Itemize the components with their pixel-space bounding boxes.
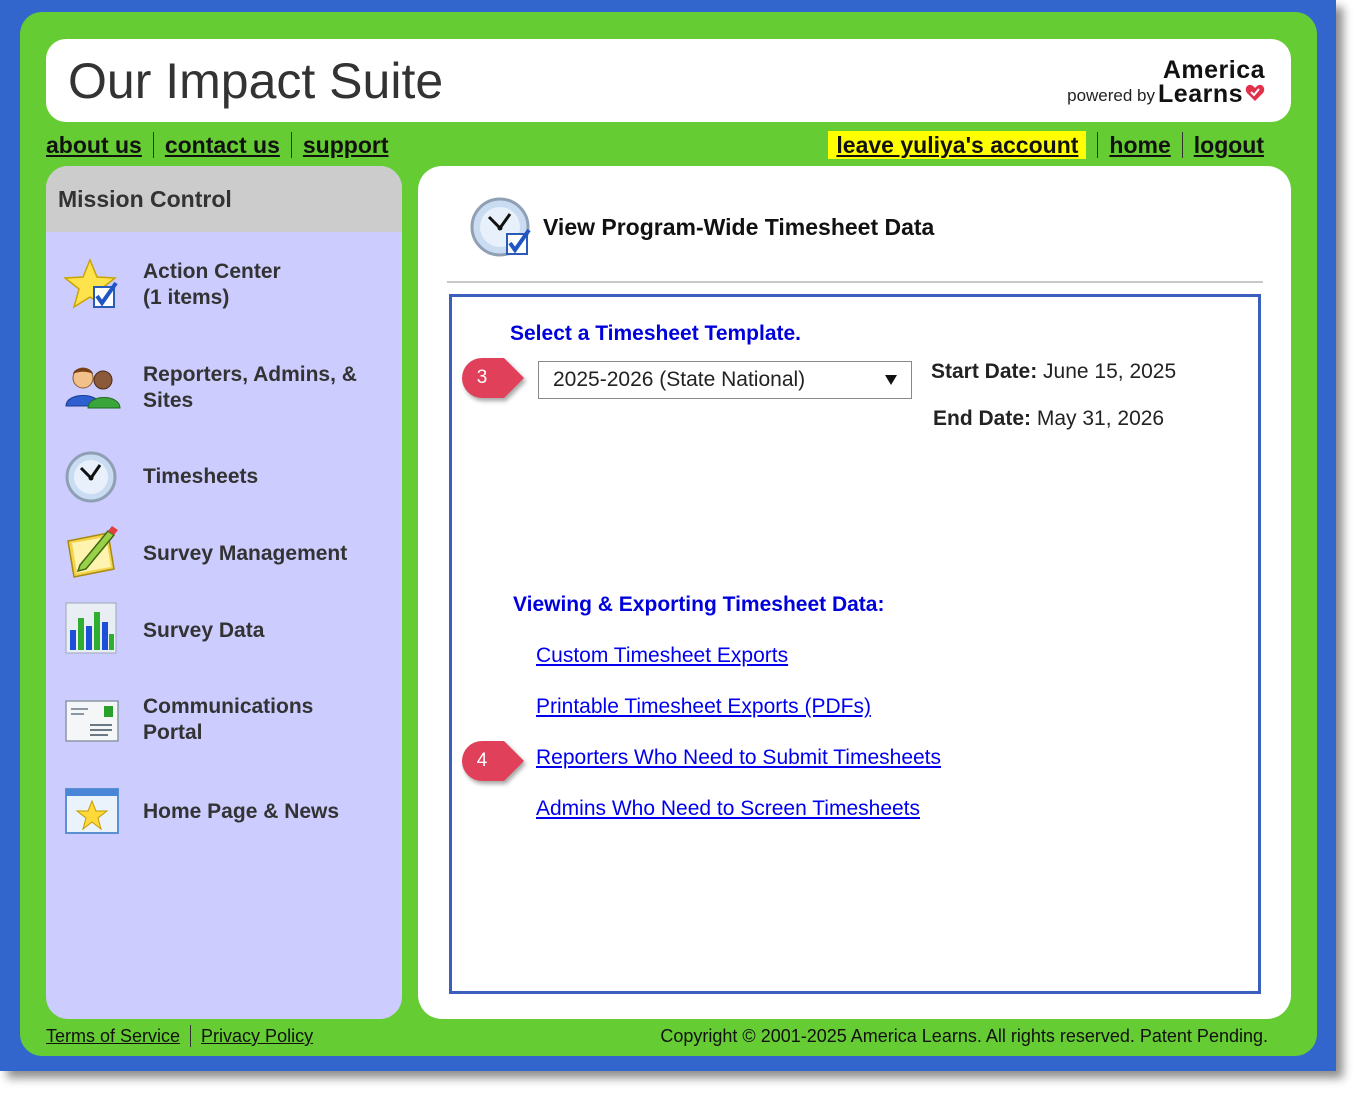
sidebar-item-communications-portal[interactable]: Communications Portal	[46, 691, 402, 761]
users-icon	[65, 367, 121, 409]
sidebar-item-reporters-admins-sites[interactable]: Reporters, Admins, & Sites	[46, 356, 402, 426]
leave-account-link[interactable]: leave yuliya's account	[828, 131, 1087, 159]
nav-divider	[290, 132, 292, 158]
sidebar-item-label-line1: Survey Management	[143, 542, 348, 565]
logo-brand-bottom: Learns	[1158, 80, 1243, 108]
logo-powered-by: powered by	[1067, 86, 1155, 105]
timesheet-template-select[interactable]: 2025-2026 (State National)	[538, 361, 912, 399]
end-date-label: End Date:	[933, 407, 1032, 430]
terms-of-service-link[interactable]: Terms of Service	[46, 1025, 180, 1047]
template-select-value: 2025-2026 (State National)	[553, 368, 806, 391]
sidebar-title: Mission Control	[46, 166, 402, 232]
sidebar-item-label-line1: Reporters, Admins, &	[143, 363, 357, 386]
sidebar-item-action-center[interactable]: Action Center (1 items)	[46, 253, 402, 323]
sidebar-item-survey-data[interactable]: Survey Data	[46, 600, 402, 670]
main-content-panel: View Program-Wide Timesheet Data Select …	[418, 166, 1291, 1019]
start-date-label: Start Date:	[931, 360, 1038, 383]
app-title: Our Impact Suite	[68, 53, 444, 109]
window-star-icon	[65, 788, 119, 834]
header-bar: Our Impact Suite powered by America Lear…	[46, 39, 1291, 122]
bar-chart-icon	[65, 602, 117, 654]
star-check-icon	[64, 258, 118, 309]
envelope-icon	[65, 700, 119, 742]
nav-home-link[interactable]: home	[1109, 131, 1170, 159]
sidebar-item-home-page-news[interactable]: Home Page & News	[46, 781, 402, 851]
step-callout-4: 4	[460, 739, 526, 783]
sidebar-item-timesheets[interactable]: Timesheets	[46, 446, 402, 516]
nav-about-us-link[interactable]: about us	[46, 131, 142, 159]
start-date: Start Date: June 15, 2025	[931, 360, 1176, 384]
top-nav-left: about us contact us support	[46, 131, 388, 159]
callout-number: 3	[476, 367, 488, 388]
custom-timesheet-exports-link[interactable]: Custom Timesheet Exports	[536, 644, 788, 668]
sidebar-item-label-line1: Survey Data	[143, 619, 265, 642]
mission-control-sidebar: Mission Control Action Center (1 items)	[46, 166, 402, 1019]
callout-number: 4	[476, 750, 488, 771]
copyright-text: Copyright © 2001-2025 America Learns. Al…	[660, 1026, 1268, 1046]
sidebar-item-label-line1: Timesheets	[143, 465, 259, 488]
sidebar-item-label-line2: (1 items)	[143, 286, 230, 309]
end-date-value: May 31, 2026	[1036, 407, 1165, 430]
sidebar-item-label: Action Center (1 items)	[143, 259, 393, 311]
timesheet-data-panel: Select a Timesheet Template. 2025-2026 (…	[449, 294, 1261, 994]
reporters-need-submit-link[interactable]: Reporters Who Need to Submit Timesheets	[536, 746, 941, 770]
sidebar-item-label: Reporters, Admins, & Sites	[143, 362, 393, 414]
export-heading: Viewing & Exporting Timesheet Data:	[513, 593, 885, 616]
footer-divider	[190, 1025, 192, 1047]
admins-need-screen-link[interactable]: Admins Who Need to Screen Timesheets	[536, 797, 920, 821]
nav-logout-link[interactable]: logout	[1194, 131, 1264, 159]
step-callout-3: 3	[460, 356, 526, 400]
title-divider	[447, 281, 1263, 283]
footer-links: Terms of Service Privacy Policy	[46, 1025, 313, 1047]
sidebar-item-label: Survey Management	[143, 541, 393, 567]
nav-divider	[1181, 132, 1183, 158]
sidebar-item-label: Communications Portal	[143, 694, 393, 746]
sidebar-item-label: Survey Data	[143, 618, 393, 644]
clock-icon	[65, 451, 117, 503]
sidebar-item-label-line1: Home Page & News	[143, 800, 340, 823]
privacy-policy-link[interactable]: Privacy Policy	[201, 1025, 313, 1047]
end-date: End Date: May 31, 2026	[933, 407, 1164, 431]
sidebar-item-label: Home Page & News	[143, 799, 393, 825]
sidebar-item-label-line2: Portal	[143, 721, 203, 744]
nav-support-link[interactable]: support	[303, 131, 389, 159]
template-heading: Select a Timesheet Template.	[510, 322, 802, 345]
sidebar-item-label: Timesheets	[143, 464, 393, 490]
sidebar-item-label-line1: Communications	[143, 695, 314, 718]
nav-contact-us-link[interactable]: contact us	[165, 131, 280, 159]
page-title: View Program-Wide Timesheet Data	[543, 214, 935, 240]
printable-timesheet-exports-link[interactable]: Printable Timesheet Exports (PDFs)	[536, 695, 871, 719]
nav-divider	[1097, 132, 1099, 158]
notepad-pencil-icon	[67, 526, 118, 578]
start-date-value: June 15, 2025	[1043, 360, 1177, 383]
clock-check-icon	[470, 197, 531, 257]
sidebar-item-survey-management[interactable]: Survey Management	[46, 523, 402, 593]
sidebar-item-label-line2: Sites	[143, 389, 194, 412]
top-nav-right: leave yuliya's account home logout	[828, 131, 1264, 159]
america-learns-logo: powered by America Learns	[1055, 57, 1265, 107]
app-frame: Our Impact Suite powered by America Lear…	[0, 0, 1336, 1071]
nav-divider	[152, 132, 154, 158]
sidebar-item-label-line1: Action Center	[143, 260, 281, 283]
heart-icon	[1245, 84, 1265, 101]
chevron-down-icon	[885, 375, 897, 385]
